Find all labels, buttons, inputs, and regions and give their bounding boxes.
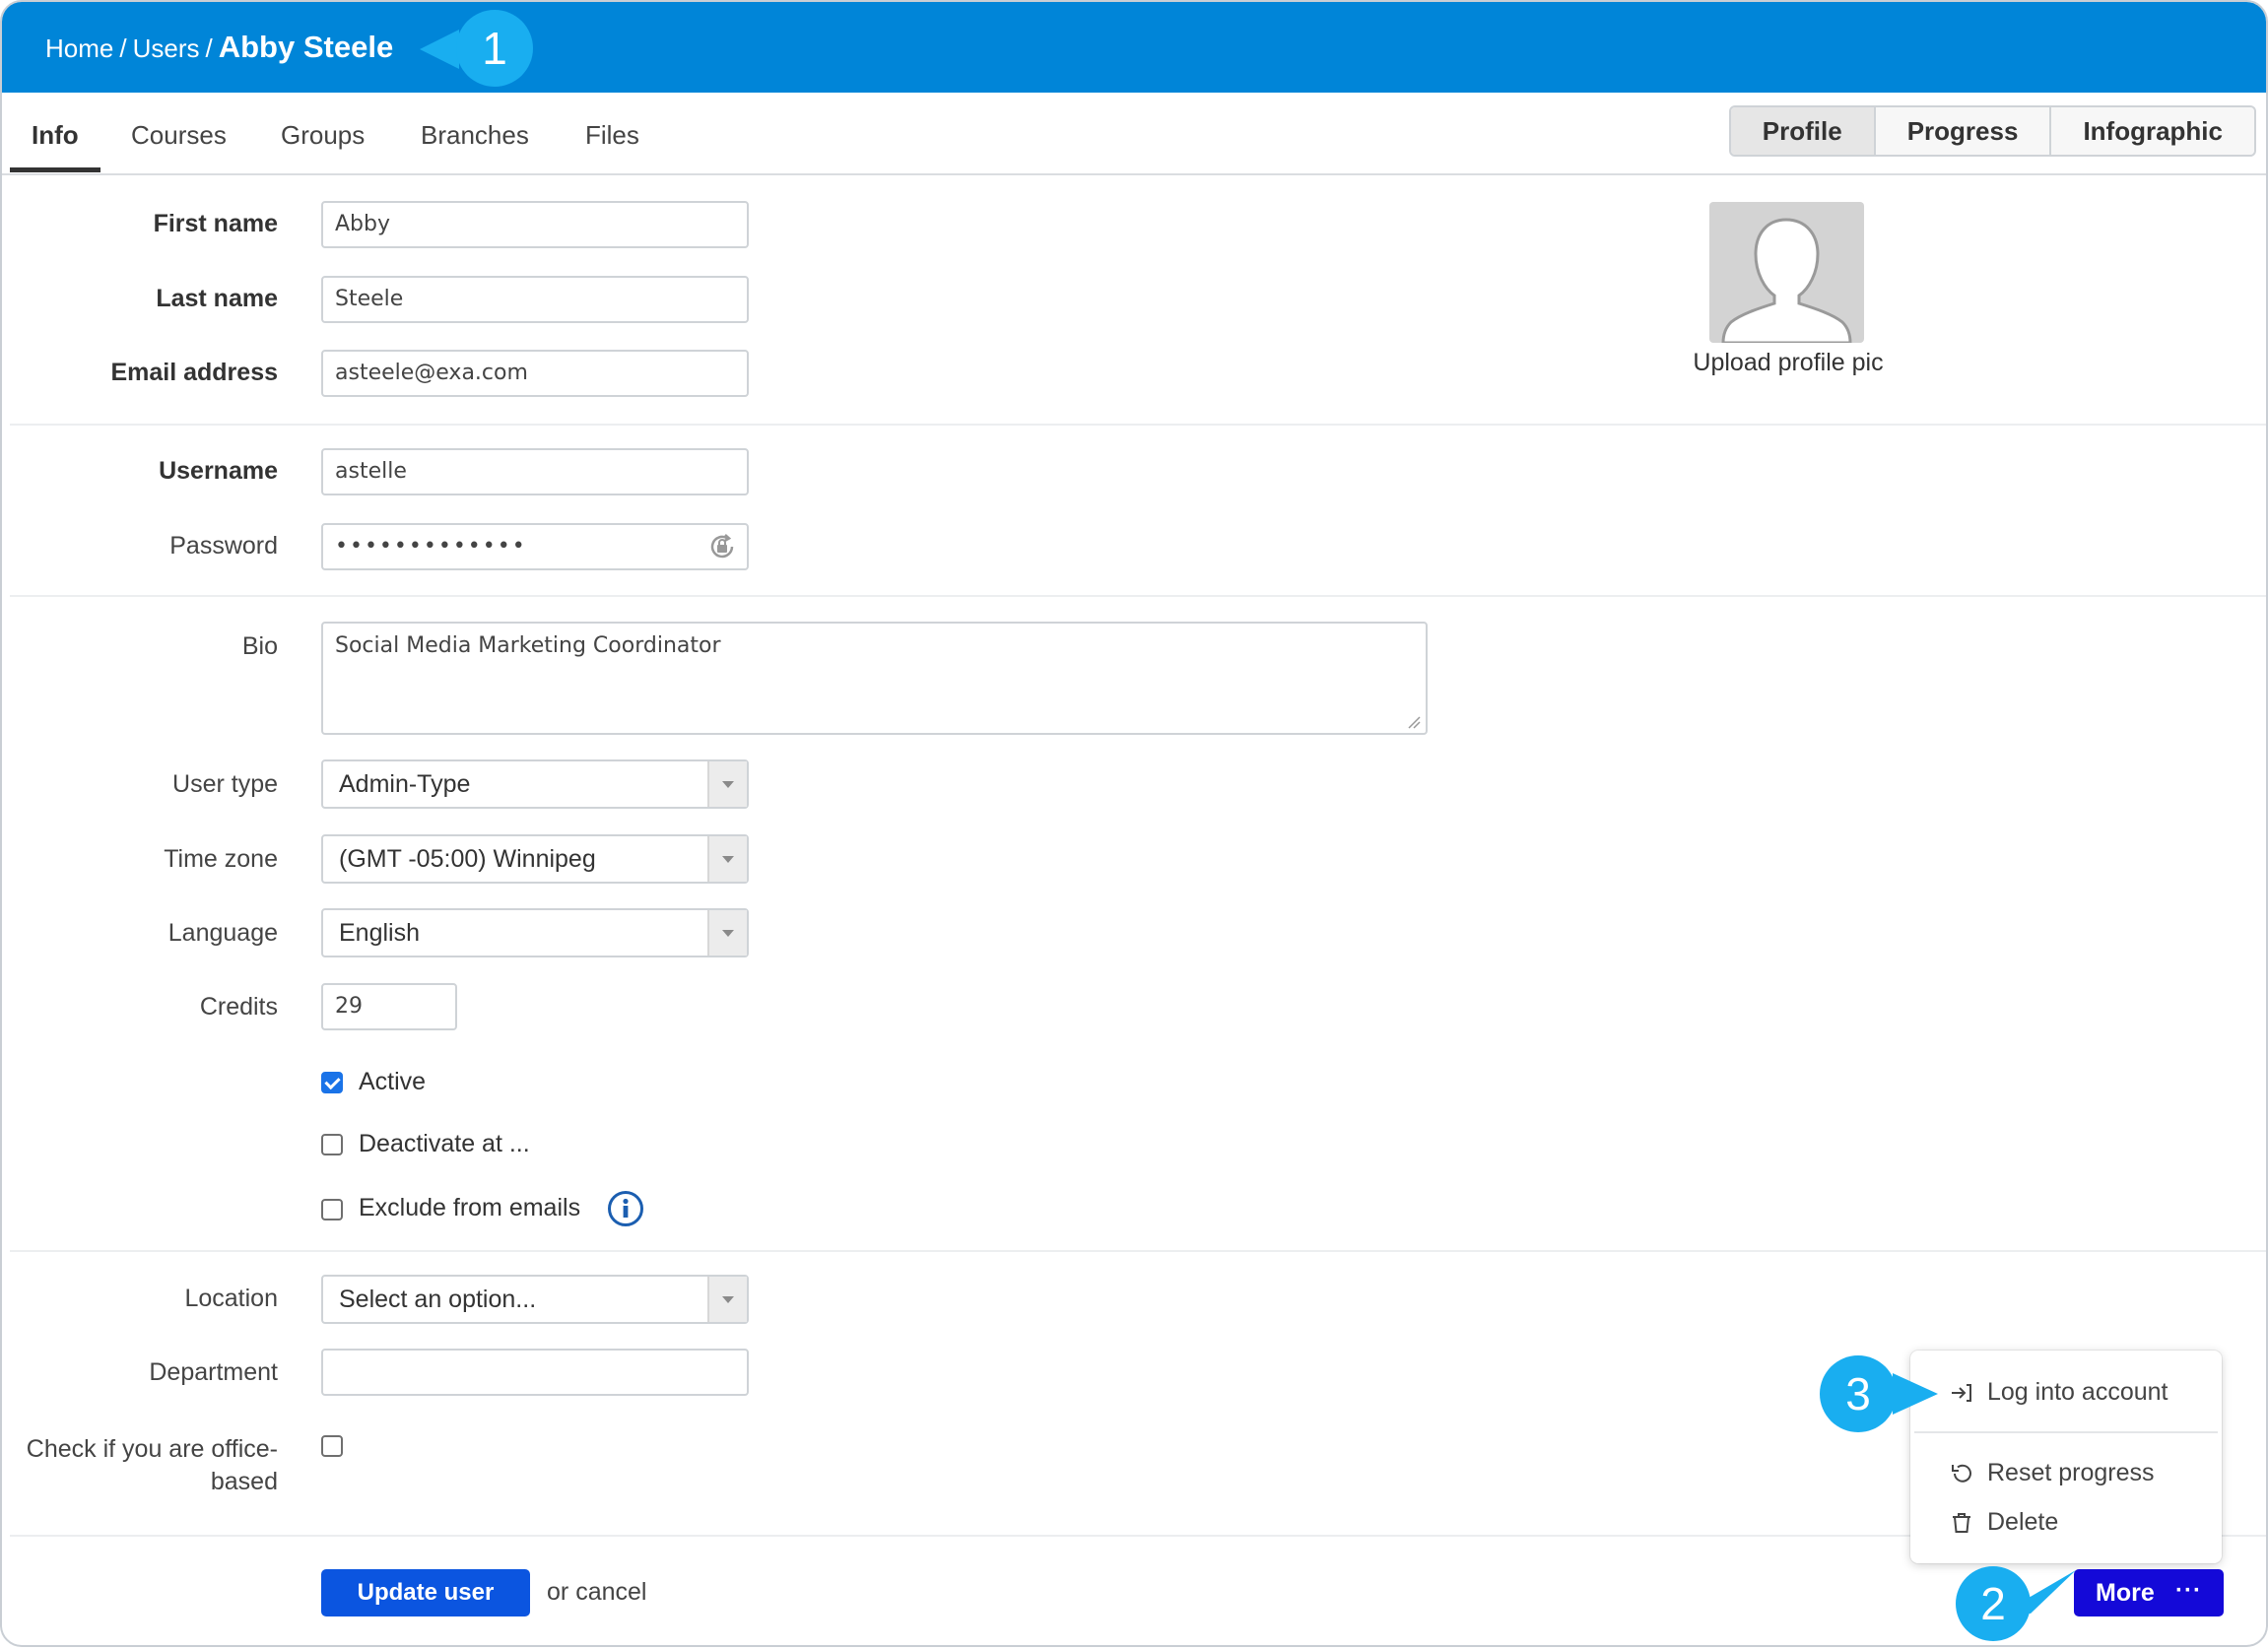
password-label: Password (169, 532, 278, 560)
more-button[interactable]: More ··· (2074, 1569, 2224, 1616)
bio-textarea[interactable]: Social Media Marketing Coordinator (321, 622, 1428, 735)
chevron-down-icon (707, 910, 747, 956)
delete-menu-item[interactable]: Delete (1910, 1499, 2222, 1545)
email-input[interactable]: asteele@exa.com (321, 350, 749, 397)
last-name-label: Last name (156, 285, 278, 312)
breadcrumb-separator: / (205, 33, 213, 63)
language-select[interactable]: English (321, 908, 749, 957)
view-progress-button[interactable]: Progress (1873, 107, 2050, 155)
breadcrumb-home-link[interactable]: Home (45, 33, 113, 63)
credits-input[interactable]: 29 (321, 983, 457, 1030)
header-bar: Home / Users / Abby Steele (2, 2, 2266, 93)
time-zone-value: (GMT -05:00) Winnipeg (339, 845, 596, 873)
or-cancel-text: or cancel (547, 1578, 646, 1607)
chevron-down-icon (707, 761, 747, 807)
office-based-checkbox[interactable] (321, 1435, 343, 1457)
tab-groups[interactable]: Groups (281, 93, 365, 171)
login-arrow-icon (1952, 1384, 1971, 1402)
language-label: Language (167, 919, 278, 947)
user-type-select[interactable]: Admin-Type (321, 759, 749, 809)
user-type-value: Admin-Type (339, 770, 471, 798)
time-zone-label: Time zone (164, 845, 278, 873)
lock-refresh-icon[interactable] (707, 532, 737, 561)
callout-3: 3 (1820, 1355, 1943, 1434)
menu-divider (1914, 1431, 2218, 1433)
email-label: Email address (110, 359, 278, 386)
credits-label: Credits (199, 993, 278, 1021)
username-input[interactable]: astelle (321, 448, 749, 495)
more-dots-icon: ··· (2175, 1577, 2202, 1604)
section-divider (10, 424, 2266, 426)
user-type-label: User type (172, 770, 278, 798)
user-silhouette-icon (1721, 218, 1852, 343)
reset-icon (1952, 1464, 1971, 1483)
reset-progress-menu-item[interactable]: Reset progress (1910, 1450, 2222, 1495)
callout-1-number: 1 (456, 10, 533, 87)
resize-handle-icon[interactable] (1407, 715, 1421, 729)
location-label: Location (184, 1285, 278, 1312)
last-name-input[interactable]: Steele (321, 276, 749, 323)
breadcrumb-separator: / (119, 33, 127, 63)
info-icon[interactable] (607, 1190, 644, 1227)
breadcrumb-current: Abby Steele (218, 30, 394, 64)
office-based-label: Check if you are office- based (27, 1433, 278, 1498)
breadcrumb: Home / Users / Abby Steele (45, 2, 393, 93)
first-name-label: First name (153, 210, 278, 237)
more-actions-menu: Log into account Reset progress Delete (1910, 1351, 2222, 1563)
tab-courses[interactable]: Courses (131, 93, 227, 171)
callout-3-number: 3 (1820, 1355, 1897, 1432)
username-label: Username (159, 457, 278, 485)
location-select[interactable]: Select an option... (321, 1275, 749, 1324)
department-label: Department (149, 1358, 278, 1386)
profile-pic-placeholder[interactable] (1709, 202, 1864, 343)
office-based-label-line1: Check if you are office- (26, 1435, 278, 1463)
delete-label: Delete (1987, 1508, 2059, 1536)
cancel-link[interactable]: cancel (575, 1578, 646, 1606)
office-based-label-line2: based (210, 1468, 278, 1495)
callout-2-number: 2 (1956, 1566, 2031, 1641)
exclude-emails-checkbox[interactable] (321, 1199, 343, 1220)
bio-value: Social Media Marketing Coordinator (335, 633, 721, 658)
active-checkbox[interactable] (321, 1072, 343, 1093)
exclude-emails-label: Exclude from emails (359, 1194, 581, 1221)
log-into-account-menu-item[interactable]: Log into account (1910, 1369, 2222, 1415)
location-value: Select an option... (339, 1286, 537, 1313)
first-name-input[interactable]: Abby (321, 201, 749, 248)
bio-label: Bio (241, 632, 278, 660)
deactivate-checkbox[interactable] (321, 1134, 343, 1155)
or-label: or (547, 1578, 569, 1606)
view-profile-button[interactable]: Profile (1730, 107, 1874, 155)
more-label: More (2096, 1578, 2155, 1607)
app-frame: Home / Users / Abby Steele 1 Info Courses Gr… (0, 0, 2268, 1647)
active-label: Active (359, 1068, 427, 1095)
upload-profile-pic-link[interactable]: Upload profile pic (1675, 349, 1901, 377)
reset-progress-label: Reset progress (1987, 1459, 2155, 1486)
chevron-down-icon (707, 1277, 747, 1322)
callout-2: 2 (1956, 1564, 2076, 1645)
trash-icon (1953, 1513, 1970, 1533)
tab-info[interactable]: Info (10, 93, 100, 172)
chevron-down-icon (707, 836, 747, 882)
log-into-account-label: Log into account (1987, 1378, 2168, 1406)
language-value: English (339, 919, 420, 947)
password-value: ••••••••••••• (335, 534, 527, 559)
section-divider (10, 595, 2266, 597)
update-user-button[interactable]: Update user (321, 1569, 530, 1616)
deactivate-label: Deactivate at ... (359, 1130, 530, 1157)
tab-files[interactable]: Files (585, 93, 639, 171)
tab-branches[interactable]: Branches (421, 93, 529, 171)
section-divider (10, 1250, 2266, 1252)
password-input[interactable]: ••••••••••••• (321, 523, 749, 570)
department-input[interactable] (321, 1349, 749, 1396)
callout-1: 1 (420, 10, 538, 89)
breadcrumb-users-link[interactable]: Users (133, 33, 200, 63)
time-zone-select[interactable]: (GMT -05:00) Winnipeg (321, 834, 749, 884)
view-switch: Profile Progress Infographic (1728, 105, 2256, 157)
view-infographic-button[interactable]: Infographic (2049, 107, 2254, 155)
